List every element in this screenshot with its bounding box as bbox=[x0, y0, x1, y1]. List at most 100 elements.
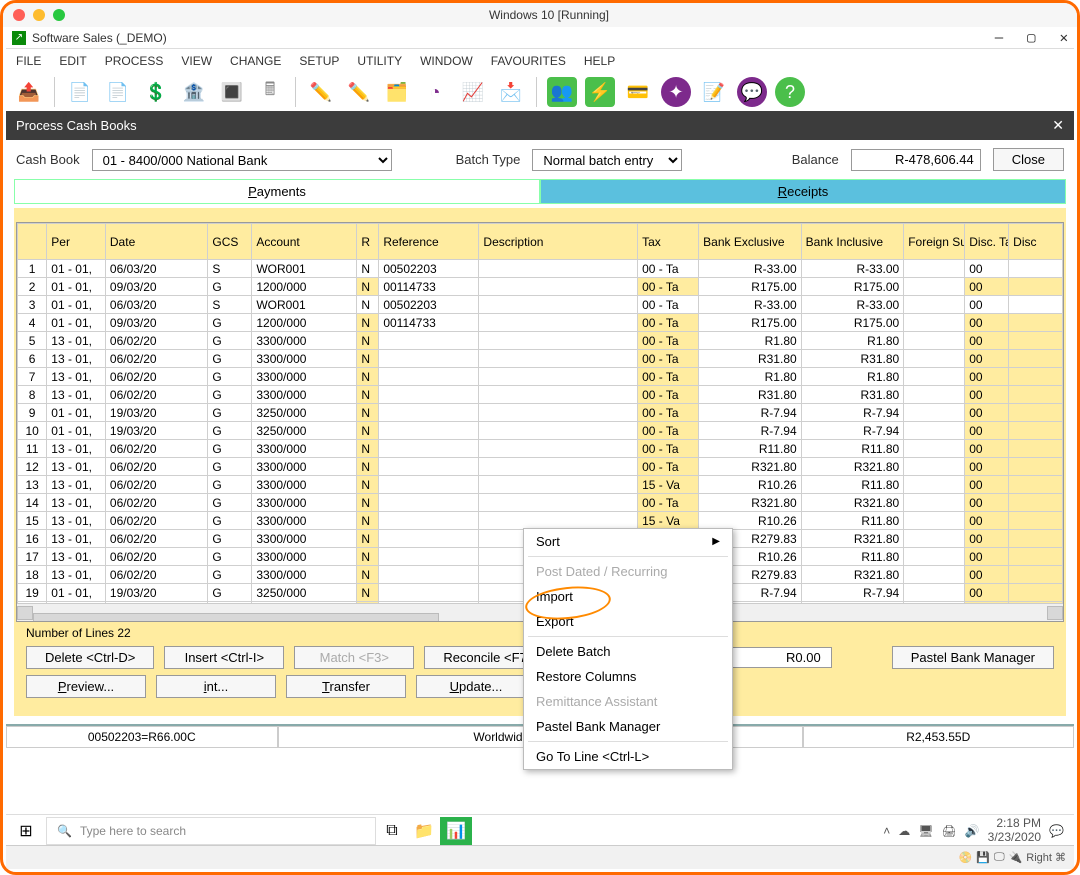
cell[interactable]: R-33.00 bbox=[699, 260, 802, 278]
cell[interactable]: 00 bbox=[965, 584, 1009, 602]
cell[interactable] bbox=[904, 296, 965, 314]
cell[interactable]: 13 - 01, bbox=[47, 458, 106, 476]
cell[interactable]: 12 bbox=[18, 458, 47, 476]
cell[interactable]: N bbox=[357, 296, 379, 314]
cell[interactable]: 3250/000 bbox=[252, 422, 357, 440]
cell[interactable] bbox=[904, 314, 965, 332]
cell[interactable]: 00 - Ta bbox=[638, 278, 699, 296]
cell[interactable]: G bbox=[208, 512, 252, 530]
toolbar-button-18[interactable]: 📝 bbox=[699, 77, 729, 107]
cell[interactable]: R11.80 bbox=[699, 440, 802, 458]
cell[interactable]: 00 - Ta bbox=[638, 422, 699, 440]
cell[interactable]: G bbox=[208, 476, 252, 494]
cell[interactable] bbox=[379, 404, 479, 422]
cell[interactable] bbox=[904, 530, 965, 548]
cell[interactable] bbox=[479, 278, 638, 296]
cell[interactable]: G bbox=[208, 494, 252, 512]
cell[interactable]: 4 bbox=[18, 314, 47, 332]
cell[interactable]: 13 bbox=[18, 476, 47, 494]
toolbar-button-3[interactable]: 📄 bbox=[103, 77, 133, 107]
cell[interactable]: 06/02/20 bbox=[105, 530, 208, 548]
cell[interactable]: 01 - 01, bbox=[47, 314, 106, 332]
cell[interactable]: 01 - 01, bbox=[47, 260, 106, 278]
table-row[interactable]: 813 - 01,06/02/20G3300/000N00 - TaR31.80… bbox=[18, 386, 1063, 404]
table-row[interactable]: 1513 - 01,06/02/20G3300/000N15 - VaR10.2… bbox=[18, 512, 1063, 530]
cell[interactable]: 01 - 01, bbox=[47, 422, 106, 440]
cell[interactable]: 1 bbox=[18, 260, 47, 278]
cell[interactable]: 2 bbox=[18, 278, 47, 296]
cell[interactable]: R321.80 bbox=[801, 566, 904, 584]
cell[interactable]: R-33.00 bbox=[801, 260, 904, 278]
cell[interactable]: R175.00 bbox=[699, 314, 802, 332]
table-row[interactable]: 101 - 01,06/03/20SWOR001N0050220300 - Ta… bbox=[18, 260, 1063, 278]
cell[interactable]: 9 bbox=[18, 404, 47, 422]
cell[interactable] bbox=[479, 368, 638, 386]
cell[interactable]: 06/02/20 bbox=[105, 332, 208, 350]
cell[interactable]: 17 bbox=[18, 548, 47, 566]
receipts-tab[interactable]: Receipts bbox=[540, 179, 1066, 204]
header-r[interactable]: R bbox=[357, 224, 379, 260]
header-rownum[interactable] bbox=[18, 224, 47, 260]
cell[interactable]: 00 - Ta bbox=[638, 296, 699, 314]
menu-file[interactable]: FILE bbox=[16, 54, 41, 68]
cell[interactable]: N bbox=[357, 422, 379, 440]
cell[interactable]: 00 - Ta bbox=[638, 350, 699, 368]
cell[interactable] bbox=[479, 422, 638, 440]
battery-icon[interactable]: 🖨 bbox=[941, 824, 956, 838]
batchtype-select[interactable]: Normal batch entry bbox=[532, 149, 682, 171]
header-tax[interactable]: Tax bbox=[638, 224, 699, 260]
cell[interactable]: 14 bbox=[18, 494, 47, 512]
cell[interactable]: R-7.94 bbox=[801, 584, 904, 602]
cell[interactable] bbox=[904, 386, 965, 404]
cell[interactable] bbox=[904, 458, 965, 476]
cell[interactable]: N bbox=[357, 584, 379, 602]
table-row[interactable]: 713 - 01,06/02/20G3300/000N00 - TaR1.80R… bbox=[18, 368, 1063, 386]
cell[interactable]: 00 bbox=[965, 368, 1009, 386]
cell[interactable]: 1200/000 bbox=[252, 278, 357, 296]
cell[interactable]: 06/02/20 bbox=[105, 512, 208, 530]
cell[interactable] bbox=[479, 476, 638, 494]
cell[interactable]: R31.80 bbox=[801, 386, 904, 404]
insert-button[interactable]: Insert <Ctrl-I> bbox=[164, 646, 284, 669]
tray-chevron-up-icon[interactable]: ˄ bbox=[883, 824, 890, 838]
payments-tab[interactable]: Payments bbox=[14, 179, 540, 204]
cell[interactable]: 00502203 bbox=[379, 296, 479, 314]
table-row[interactable]: 1113 - 01,06/02/20G3300/000N00 - TaR11.8… bbox=[18, 440, 1063, 458]
toolbar-button-14[interactable]: 👥 bbox=[547, 77, 577, 107]
header-disc-tax[interactable]: Disc. Tax bbox=[965, 224, 1009, 260]
cell[interactable]: G bbox=[208, 404, 252, 422]
cell[interactable]: 00 - Ta bbox=[638, 368, 699, 386]
table-row[interactable]: 301 - 01,06/03/20SWOR001N0050220300 - Ta… bbox=[18, 296, 1063, 314]
cell[interactable]: 3300/000 bbox=[252, 530, 357, 548]
cell[interactable] bbox=[904, 566, 965, 584]
cell[interactable]: R11.80 bbox=[801, 512, 904, 530]
toolbar-button-19[interactable]: 💬 bbox=[737, 77, 767, 107]
toolbar-button-11[interactable]: ◔ bbox=[420, 77, 450, 107]
cell[interactable] bbox=[904, 404, 965, 422]
cell[interactable]: N bbox=[357, 530, 379, 548]
cell[interactable]: 3300/000 bbox=[252, 494, 357, 512]
cell[interactable] bbox=[379, 584, 479, 602]
header-bank-exclusive[interactable]: Bank Exclusive bbox=[699, 224, 802, 260]
context-sort[interactable]: Sort▶ bbox=[524, 529, 732, 554]
cell[interactable] bbox=[379, 332, 479, 350]
cell[interactable]: 19/03/20 bbox=[105, 584, 208, 602]
cell[interactable] bbox=[379, 350, 479, 368]
cell[interactable]: 13 - 01, bbox=[47, 368, 106, 386]
toolbar-button-6[interactable]: 🔳 bbox=[217, 77, 247, 107]
cell[interactable]: G bbox=[208, 548, 252, 566]
cell[interactable]: 7 bbox=[18, 368, 47, 386]
cell[interactable]: R10.26 bbox=[699, 476, 802, 494]
cell[interactable] bbox=[1009, 512, 1063, 530]
toolbar-button-1[interactable]: 📤 bbox=[14, 77, 44, 107]
toolbar-button-20[interactable]: ? bbox=[775, 77, 805, 107]
cell[interactable]: 19/03/20 bbox=[105, 404, 208, 422]
cell[interactable]: 13 - 01, bbox=[47, 332, 106, 350]
cell[interactable]: R321.80 bbox=[801, 494, 904, 512]
cell[interactable]: 00 - Ta bbox=[638, 494, 699, 512]
cell[interactable] bbox=[1009, 548, 1063, 566]
cell[interactable]: 16 bbox=[18, 530, 47, 548]
cell[interactable]: N bbox=[357, 332, 379, 350]
table-row[interactable]: 1001 - 01,19/03/20G3250/000N00 - TaR-7.9… bbox=[18, 422, 1063, 440]
cell[interactable]: 01 - 01, bbox=[47, 278, 106, 296]
